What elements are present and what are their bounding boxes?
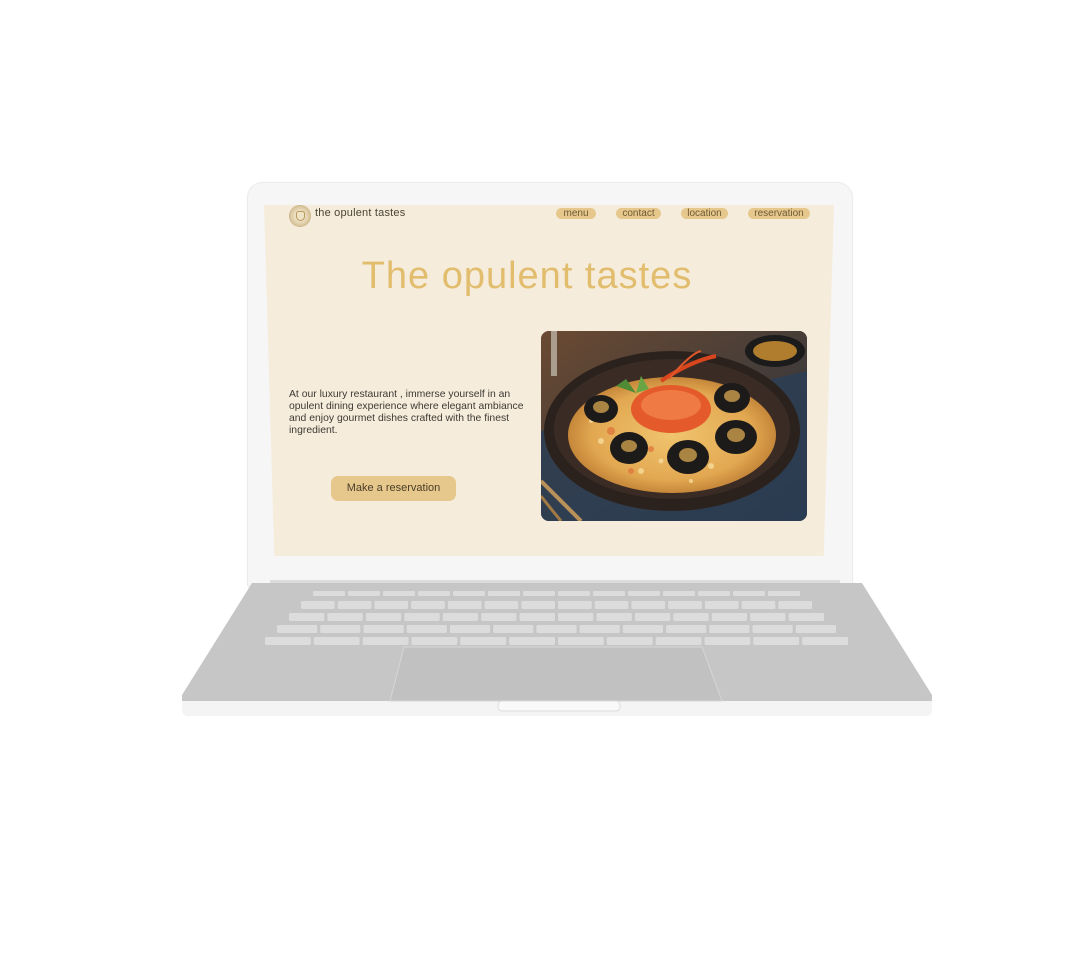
keyboard-key	[795, 625, 836, 633]
keyboard-key	[362, 637, 409, 645]
keyboard-key	[768, 591, 800, 596]
restaurant-emblem-icon[interactable]	[289, 205, 311, 227]
keyboard-key	[634, 613, 671, 621]
keyboard-key	[753, 637, 800, 645]
keyboard-key	[481, 613, 517, 621]
keyboard-key	[788, 613, 824, 621]
keyboard-key	[447, 601, 482, 609]
nav-reservation-button[interactable]: reservation	[748, 208, 810, 219]
keyboard-key	[488, 591, 520, 596]
keyboard-key	[663, 591, 695, 596]
keyboard-key	[418, 591, 450, 596]
keyboard-key	[655, 637, 702, 645]
keyboard-key	[301, 601, 335, 609]
keyboard-key	[523, 591, 555, 596]
keyboard-key	[596, 613, 632, 621]
keyboard-key	[733, 591, 765, 596]
keyboard-key	[631, 601, 666, 609]
keyboard-key	[704, 637, 751, 645]
keyboard-key	[320, 625, 361, 633]
keyboard-key	[521, 601, 555, 609]
keyboard-key	[752, 625, 793, 633]
keyboard-key	[484, 601, 519, 609]
keyboard-key	[536, 625, 577, 633]
keyboard-key	[666, 625, 707, 633]
keyboard-key	[348, 591, 380, 596]
keyboard-key	[289, 613, 325, 621]
keyboard-key	[453, 591, 485, 596]
keyboard-key	[558, 637, 604, 645]
keyboard-key	[558, 613, 594, 621]
keyboard-key	[704, 601, 739, 609]
keyboard-key	[363, 625, 404, 633]
keyboard-key	[593, 591, 625, 596]
dish-photo	[541, 331, 807, 521]
keyboard-key	[493, 625, 534, 633]
brand-name[interactable]: the opulent tastes	[315, 207, 405, 219]
keyboard-key	[711, 613, 748, 621]
keyboard-key	[709, 625, 750, 633]
keyboard-key	[406, 625, 447, 633]
keyboard-key	[741, 601, 776, 609]
keyboard-key	[383, 591, 415, 596]
laptop-keyboard-base	[182, 583, 932, 716]
nav-location-button[interactable]: location	[681, 208, 728, 219]
keyboard-key	[594, 601, 629, 609]
keyboard-key	[460, 637, 507, 645]
keyboard-key	[404, 613, 440, 621]
hero-description: At our luxury restaurant , immerse yours…	[289, 389, 524, 436]
hero-title: The opulent tastes	[361, 255, 693, 297]
keyboard-key	[606, 637, 653, 645]
keyboard-key	[365, 613, 402, 621]
keyboard-key	[327, 613, 363, 621]
keyboard-key	[558, 601, 592, 609]
keyboard-key	[442, 613, 479, 621]
keyboard-key	[519, 613, 555, 621]
website-screen: the opulent tastes menu contact location…	[264, 205, 834, 556]
keyboard-key	[509, 637, 555, 645]
keyboard-key	[750, 613, 786, 621]
keyboard-key	[411, 601, 445, 609]
keyboard-key	[313, 591, 345, 596]
keyboard-key	[277, 625, 318, 633]
keyboard-key	[802, 637, 848, 645]
keyboard-key	[673, 613, 709, 621]
keyboard-key	[622, 625, 663, 633]
make-reservation-button[interactable]: Make a reservation	[331, 476, 456, 501]
keyboard-key	[374, 601, 409, 609]
nav-menu-button[interactable]: menu	[556, 208, 596, 219]
keyboard-key	[628, 591, 660, 596]
keyboard-key	[411, 637, 458, 645]
keyboard-key	[313, 637, 360, 645]
keyboard-key	[558, 591, 590, 596]
keyboard-key	[778, 601, 812, 609]
keyboard-key	[337, 601, 372, 609]
keyboard-key	[579, 625, 620, 633]
keyboard-key	[698, 591, 730, 596]
nav-contact-button[interactable]: contact	[616, 208, 661, 219]
keyboard-key	[265, 637, 311, 645]
keyboard-key	[668, 601, 702, 609]
keyboard-key	[449, 625, 491, 633]
